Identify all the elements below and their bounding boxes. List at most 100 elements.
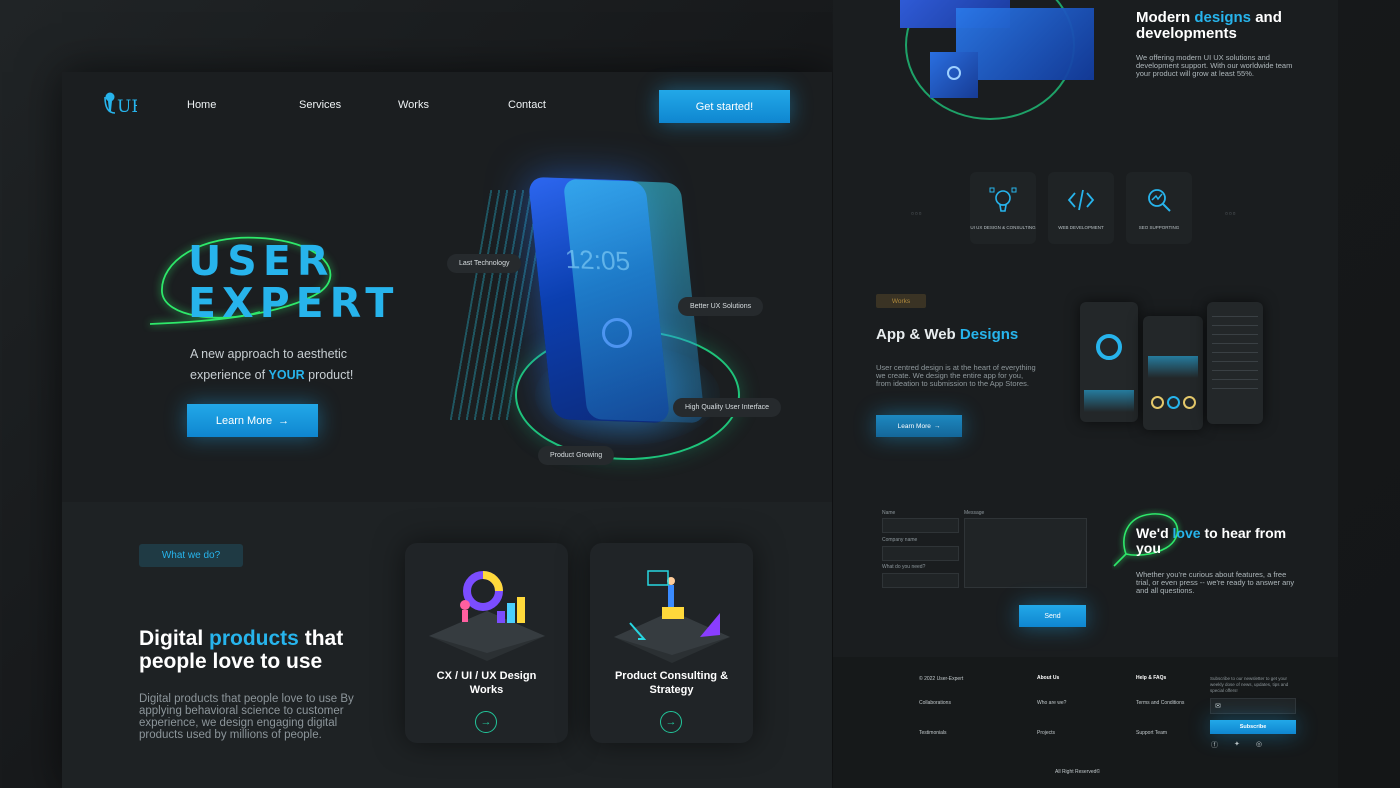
footer-about-title: About Us <box>1037 675 1060 681</box>
list-lines-icon <box>1212 316 1258 396</box>
service-web-dev[interactable]: WEB DEVELOPMENT <box>1048 172 1114 244</box>
modern-title: Modern designs and developments <box>1136 10 1326 42</box>
code-icon <box>1067 189 1095 211</box>
hero-title-line2: EXPERT <box>188 279 400 327</box>
newsletter-email-input[interactable]: ✉ <box>1210 698 1296 714</box>
works-badge: Works <box>876 294 926 308</box>
app-mock-1 <box>1080 302 1138 422</box>
title-highlight: products <box>209 627 299 650</box>
send-button[interactable]: Send <box>1019 605 1086 627</box>
search-chart-icon <box>1148 189 1171 212</box>
hero-subtitle: A new approach to aesthetic experience o… <box>190 344 390 386</box>
company-input[interactable] <box>882 546 959 561</box>
arrow-right-circle-icon[interactable]: → <box>475 711 497 733</box>
card-consulting[interactable]: Product Consulting & Strategy → <box>590 543 753 743</box>
name-label: Name <box>882 510 896 516</box>
logo[interactable]: UE <box>103 91 144 122</box>
works-title-highlight: Designs <box>959 326 1019 343</box>
subscribe-button[interactable]: Subscribe <box>1210 720 1296 734</box>
arrow-right-icon: → <box>933 422 941 430</box>
digital-products-description: Digital products that people love to use… <box>139 693 354 741</box>
digital-products-title: Digital products that people love to use <box>139 627 379 673</box>
works-description: User centred design is at the heart of e… <box>876 363 1036 388</box>
area-chart-icon <box>1148 356 1198 378</box>
need-input[interactable] <box>882 573 959 588</box>
arrow-right-icon: → <box>278 414 290 427</box>
service-seo[interactable]: SEO SUPPORTING <box>1126 172 1192 244</box>
learn-more-button[interactable]: Learn More → <box>187 404 318 437</box>
app-mock-3 <box>1207 302 1263 424</box>
screen-mock-3 <box>930 52 978 98</box>
hero-subtitle-highlight: YOUR <box>268 368 305 382</box>
nav-works[interactable]: Works <box>398 99 429 111</box>
message-label: Message <box>964 510 985 516</box>
learn-more-label: Learn More <box>215 414 273 427</box>
message-textarea[interactable] <box>964 518 1087 588</box>
mail-icon: ✉ <box>1215 703 1221 710</box>
logo-icon: UE <box>104 92 144 117</box>
wifi-icon <box>602 318 632 348</box>
app-mock-2 <box>1143 316 1203 430</box>
company-label: Company name <box>882 537 918 543</box>
modern-description: We offering modern UI UX solutions and d… <box>1136 53 1293 78</box>
what-we-do-badge: What we do? <box>139 544 243 567</box>
tag-last-technology: Last Technology <box>447 254 522 273</box>
pager-right-icon[interactable]: ▫▫▫ <box>1225 209 1237 218</box>
svg-text:UE: UE <box>117 97 137 117</box>
name-input[interactable] <box>882 518 959 533</box>
tag-high-quality-ui: High Quality User Interface <box>673 398 782 417</box>
nav-home[interactable]: Home <box>187 99 216 111</box>
design-illustration-icon <box>429 571 545 661</box>
works-learn-more-label: Learn More <box>897 422 931 430</box>
progress-ring-icon <box>1096 334 1122 360</box>
hero-title: USER EXPERT <box>188 240 399 324</box>
social-links: ⓕ ✦ ◎ <box>1211 740 1262 750</box>
page: UE Home Services Works Contact Get start… <box>0 0 1400 788</box>
newsletter-text: Subscribe to our newsletter to get your … <box>1210 676 1289 693</box>
footer-help-title: Help & FAQs <box>1136 675 1167 681</box>
phone-clock: 12:05 <box>563 243 632 277</box>
tag-product-growing: Product Growing <box>538 446 615 465</box>
service-label-ux: UI UX DESIGN & CONSULTING <box>970 225 1036 230</box>
service-label-seo: SEO SUPPORTING <box>1138 225 1180 230</box>
pager-left-icon[interactable]: ▫▫▫ <box>911 209 923 218</box>
consulting-illustration-icon <box>614 570 730 663</box>
facebook-icon[interactable]: ⓕ <box>1211 740 1218 750</box>
service-label-web: WEB DEVELOPMENT <box>1058 225 1104 230</box>
stat-rings <box>1143 396 1203 409</box>
footer-testimonials[interactable]: Testimonials <box>919 730 947 736</box>
hero-subtitle-end: product! <box>308 368 354 382</box>
contact-title-highlight: love <box>1172 525 1201 541</box>
nav-contact[interactable]: Contact <box>508 99 546 111</box>
card-design-works[interactable]: CX / UI / UX Design Works → <box>405 543 568 743</box>
contact-description: Whether you're curious about features, a… <box>1136 570 1295 595</box>
footer-terms[interactable]: Terms and Conditions <box>1136 700 1184 706</box>
need-label: What do you need? <box>882 564 926 570</box>
works-learn-more-button[interactable]: Learn More → <box>876 415 962 437</box>
modern-title-highlight: designs <box>1194 9 1252 26</box>
pen-tool-icon <box>989 187 1017 212</box>
title-part-1: Digital <box>139 627 204 650</box>
contact-title: We'd love to hear from you <box>1136 526 1306 556</box>
instagram-icon[interactable]: ◎ <box>1256 740 1262 750</box>
hero-title-line1: USER <box>188 237 335 285</box>
nav-services[interactable]: Services <box>299 99 341 111</box>
footer-copyright: © 2022 User-Expert <box>919 676 964 682</box>
card-label-design: CX / UI / UX Design Works <box>436 670 537 696</box>
service-ux-design[interactable]: UI UX DESIGN & CONSULTING <box>970 172 1036 244</box>
works-title: App & Web Designs <box>876 326 1018 343</box>
avatar-icon <box>947 66 961 80</box>
contact-title-1: We'd <box>1136 525 1169 541</box>
get-started-button[interactable]: Get started! <box>659 90 790 123</box>
footer-collaborations[interactable]: Collaborations <box>919 700 951 706</box>
footer-support[interactable]: Support Team <box>1136 730 1167 736</box>
modern-title-1: Modern <box>1136 9 1191 26</box>
footer-projects[interactable]: Projects <box>1037 730 1055 736</box>
arrow-right-circle-icon[interactable]: → <box>660 711 682 733</box>
twitter-icon[interactable]: ✦ <box>1234 740 1240 750</box>
works-title-1: App & Web <box>876 326 956 343</box>
footer-rights: All Right Reserved© <box>1055 769 1101 775</box>
footer-who-are-we[interactable]: Who are we? <box>1037 700 1066 706</box>
tag-better-ux: Better UX Solutions <box>678 297 764 316</box>
area-chart-icon <box>1084 390 1134 412</box>
